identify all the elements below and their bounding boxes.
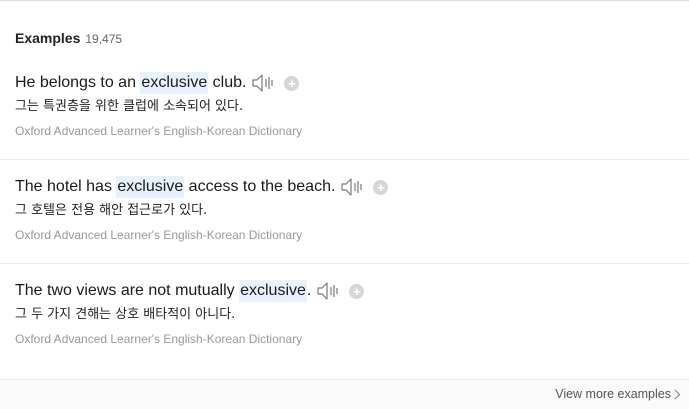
view-more-examples-link[interactable]: View more examples: [555, 387, 681, 401]
example-item: The hotel has exclusive access to the be…: [0, 176, 689, 264]
speaker-icon[interactable]: [341, 176, 365, 198]
example-sentence: The hotel has exclusive access to the be…: [15, 176, 689, 198]
sentence-text: The hotel has: [15, 178, 117, 195]
examples-title: Examples: [15, 30, 81, 46]
add-to-wordbook-button[interactable]: +: [284, 75, 300, 91]
examples-panel: Examples 19,475 He belongs to an exclusi…: [0, 0, 689, 409]
examples-footer: View more examples: [0, 379, 689, 409]
plus-icon: +: [288, 75, 296, 91]
sentence-text: The two views are not mutually: [15, 282, 240, 299]
examples-header: Examples 19,475: [15, 30, 122, 46]
example-source: Oxford Advanced Learner's English-Korean…: [15, 332, 303, 346]
sentence-text: .: [306, 282, 312, 299]
example-source: Oxford Advanced Learner's English-Korean…: [15, 124, 303, 138]
example-item: He belongs to an exclusive club. + 그는 특권…: [0, 72, 689, 160]
plus-icon: +: [353, 283, 361, 299]
example-translation: 그 호텔은 전용 해안 접근로가 있다.: [15, 203, 208, 218]
example-item: The two views are not mutually exclusive…: [0, 280, 689, 368]
sentence-text: club.: [208, 74, 247, 91]
highlighted-word: exclusive: [116, 176, 185, 198]
sentence-text: access to the beach.: [184, 178, 336, 195]
add-to-wordbook-button[interactable]: +: [373, 179, 389, 195]
example-translation: 그는 특권층을 위한 클럽에 소속되어 있다.: [15, 99, 244, 114]
add-to-wordbook-button[interactable]: +: [349, 283, 365, 299]
example-sentence: He belongs to an exclusive club. +: [15, 72, 689, 94]
sentence-text: He belongs to an: [15, 74, 141, 91]
example-sentence: The two views are not mutually exclusive…: [15, 280, 689, 302]
highlighted-word: exclusive: [140, 72, 209, 94]
example-translation: 그 두 가지 견해는 상호 배타적이 아니다.: [15, 307, 236, 322]
chevron-right-icon: [674, 389, 681, 400]
speaker-icon[interactable]: [252, 72, 276, 94]
view-more-label: View more examples: [555, 387, 671, 401]
speaker-icon[interactable]: [317, 280, 341, 302]
example-source: Oxford Advanced Learner's English-Korean…: [15, 228, 303, 242]
examples-count: 19,475: [85, 32, 123, 46]
highlighted-word: exclusive: [239, 280, 307, 302]
plus-icon: +: [377, 179, 385, 195]
